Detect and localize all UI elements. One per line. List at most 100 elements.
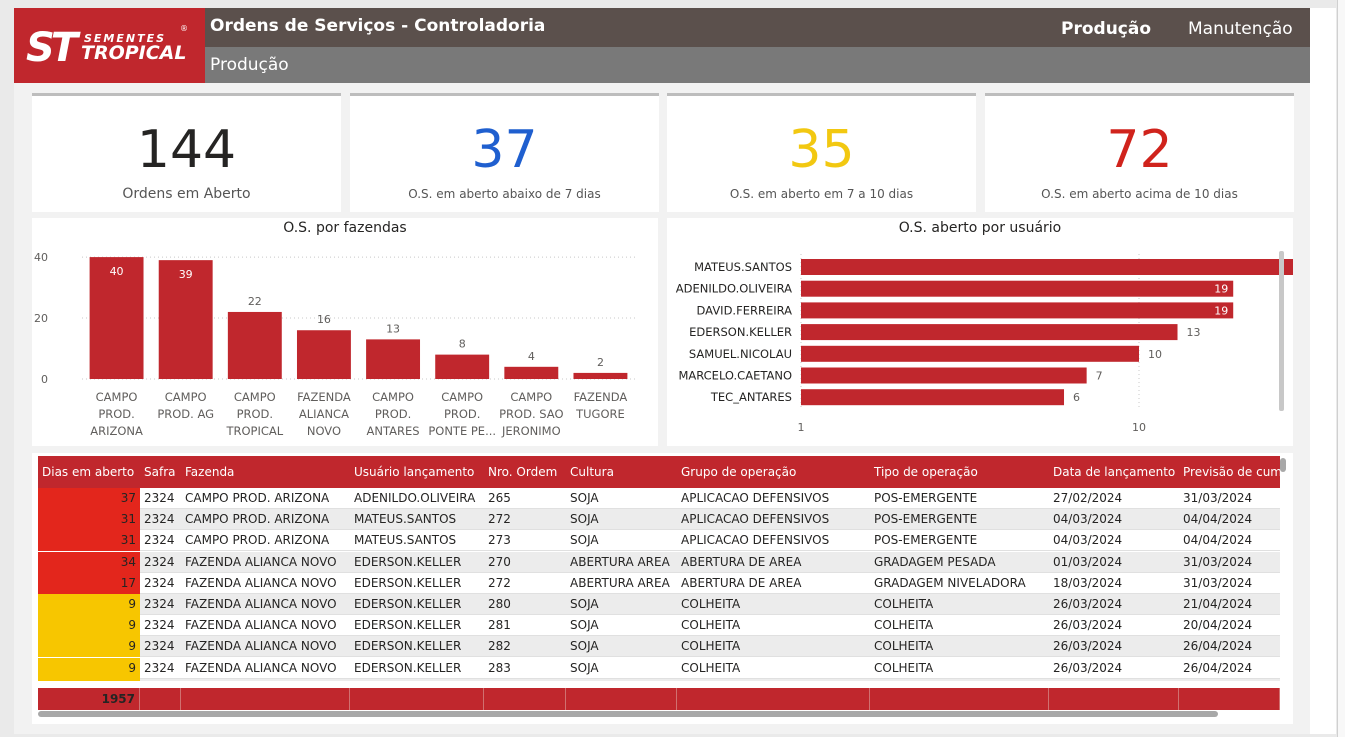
table-cell-grupo: COLHEITA: [677, 679, 870, 681]
column-header[interactable]: Data de lançamento: [1049, 456, 1179, 488]
table-row[interactable]: 34 2324 FAZENDA ALIANCA NOVO EDERSON.KELLER…: [38, 551, 1280, 573]
table-cell-fazenda: CAMPO PROD. ARIZONA: [185, 491, 330, 505]
report-header: ST SEMENTES TROPICAL ® Ordens de Serviço…: [14, 8, 1310, 83]
table-cell-data: 18/03/2024: [1053, 575, 1123, 590]
table-cell-fazenda: FAZENDA ALIANCA NOVO: [185, 554, 337, 569]
bar: [801, 345, 1139, 362]
table-cell-fazenda: FAZENDA ALIANCA NOVO: [185, 660, 337, 675]
table-cell-data: 26/03/2024: [1053, 618, 1123, 633]
table-row[interactable]: 31 2324 CAMPO PROD. ARIZONA MATEUS.SANTOS 27…: [38, 509, 1280, 531]
table-cell-usuario: EDERSON.KELLER: [354, 597, 462, 611]
data-label: 40: [110, 265, 124, 278]
kpi-value: 37: [471, 120, 538, 180]
table-cell-data: 26/03/2024: [1053, 639, 1123, 654]
bar: [366, 339, 421, 379]
kpi-card-7-to-10: 35 O.S. em aberto em 7 a 10 dias: [667, 93, 976, 212]
table-cell-ordem: 280: [488, 597, 511, 611]
total-value: 1957: [38, 688, 140, 710]
table-row[interactable]: 31 2324 CAMPO PROD. ARIZONA MATEUS.SANTOS 27…: [38, 530, 1280, 552]
table-row[interactable]: 92324FAZENDA ALIANCA NOVOEDERSON.KELLER2…: [38, 657, 1280, 679]
category-label: MARCELO.CAETANO: [678, 369, 792, 383]
x-tick-label: PROD. SAO: [499, 407, 563, 421]
table-cell-cultura: SOJA: [570, 618, 599, 633]
table-cell-ordem: 265: [488, 491, 511, 505]
table-cell-cultura: SOJA: [566, 679, 677, 681]
column-header[interactable]: Safra: [140, 456, 181, 488]
data-label: 8: [459, 338, 466, 351]
column-header[interactable]: Cultura: [566, 456, 677, 488]
chart-scrollbar[interactable]: [1279, 251, 1284, 411]
table-cell-tipo: COLHEITA: [870, 679, 1049, 681]
total-cell: [350, 688, 484, 710]
bar: [296, 330, 351, 379]
kpi-card-total: 144 Ordens em Aberto: [32, 93, 341, 212]
table-cell-grupo: COLHEITA: [681, 660, 741, 675]
orders-table: Dias em aberto Safra Fazenda Usuário lançam…: [32, 453, 1293, 724]
table-cell-previsao: 31/03/2024: [1183, 554, 1253, 569]
nav-manutencao-button[interactable]: Manutenção: [1188, 19, 1293, 39]
data-label: 39: [179, 268, 193, 281]
data-label: 6: [1073, 391, 1080, 404]
total-cell: [1179, 688, 1280, 710]
bar-chart-usuarios: 110MATEUS.SANTOS62ADENILDO.OLIVEIRA19DAV…: [676, 254, 1293, 434]
data-label: 22: [248, 295, 262, 308]
column-header[interactable]: Nro. Ordem: [484, 456, 566, 488]
column-header[interactable]: Grupo de operação: [677, 456, 870, 488]
table-cell-data: 04/03/2024: [1053, 533, 1123, 548]
table-cell-cultura: SOJA: [570, 533, 599, 548]
table-cell-safra: 2324: [144, 597, 175, 611]
horizontal-scrollbar[interactable]: [38, 711, 1218, 717]
data-label: 19: [1214, 304, 1228, 317]
bar: [435, 354, 490, 379]
table-cell-usuario: EDERSON.KELLER: [354, 660, 462, 675]
category-label: DAVID.FERREIRA: [697, 303, 793, 317]
table-cell-grupo: ABERTURA DE AREA: [681, 575, 802, 590]
table-cell-dias: 37: [38, 488, 140, 509]
table-cell-ordem: 283: [488, 660, 511, 675]
table-row[interactable]: 92324FAZENDA ALIANCA NOVOEDERSON.KELLER2…: [38, 678, 1280, 681]
column-header[interactable]: Previsão de cum: [1179, 456, 1280, 488]
column-header[interactable]: Dias em aberto: [38, 456, 140, 488]
table-cell-previsao: 26/04/2024: [1183, 660, 1253, 675]
table-cell-tipo: COLHEITA: [874, 618, 934, 633]
table-cell-dias: 17: [38, 572, 140, 594]
x-tick-label: PROD.: [375, 407, 412, 421]
chart-os-por-fazendas: O.S. por fazendas 0 20 40 40 CAMPO PROD. ARIZO…: [32, 218, 658, 446]
side-pane: [1338, 0, 1345, 737]
table-row[interactable]: 92324FAZENDA ALIANCA NOVOEDERSON.KELLER2…: [38, 594, 1280, 615]
table-cell-tipo: POS-EMERGENTE: [874, 533, 978, 548]
total-cell: [677, 688, 870, 710]
bar: [801, 302, 1234, 319]
table-cell-grupo: APLICACAO DEFENSIVOS: [681, 491, 830, 505]
table-row[interactable]: 92324FAZENDA ALIANCA NOVOEDERSON.KELLER2…: [38, 615, 1280, 637]
total-cell: [140, 688, 181, 710]
kpi-label: Ordens em Aberto: [122, 186, 251, 202]
table-cell-dias: 31: [38, 530, 140, 552]
x-tick-label: ARIZONA: [90, 424, 143, 438]
column-header[interactable]: Tipo de operação: [870, 456, 1049, 488]
column-header[interactable]: Usuário lançamento: [350, 456, 484, 488]
x-tick-label: PROD.: [98, 407, 135, 421]
table-cell-tipo: COLHEITA: [874, 660, 934, 675]
nav-producao-button[interactable]: Produção: [1061, 19, 1151, 39]
table-row[interactable]: 17 2324 FAZENDA ALIANCA NOVO EDERSON.KELLER…: [38, 572, 1280, 594]
table-cell-usuario: EDERSON.KELLER: [354, 618, 462, 633]
table-row[interactable]: 92324FAZENDA ALIANCA NOVOEDERSON.KELLER2…: [38, 636, 1280, 658]
x-tick-label: CAMPO: [510, 390, 552, 404]
table-cell-cultura: SOJA: [570, 491, 599, 505]
table-cell-grupo: COLHEITA: [681, 597, 741, 611]
data-label: 13: [1187, 326, 1201, 339]
table-cell-fazenda: FAZENDA ALIANCA NOVO: [181, 679, 350, 681]
table-cell-cultura: ABERTURA AREA: [570, 575, 670, 590]
table-row[interactable]: 37 2324 CAMPO PROD. ARIZONA ADENILDO.OLIVEI…: [38, 488, 1280, 509]
table-cell-data: 04/03/2024: [1053, 512, 1123, 527]
table-cell-data: 01/03/2024: [1053, 554, 1123, 569]
vertical-scrollbar[interactable]: [1280, 458, 1286, 472]
table-cell-dias: 9: [38, 678, 140, 681]
table-header-row: Dias em aberto Safra Fazenda Usuário lançam…: [38, 456, 1280, 488]
table-cell-safra: 2324: [144, 639, 175, 654]
table-cell-ordem: 272: [488, 512, 511, 527]
table-cell-fazenda: FAZENDA ALIANCA NOVO: [185, 618, 337, 633]
column-header[interactable]: Fazenda: [181, 456, 350, 488]
x-tick-label: JERONIMO: [501, 424, 561, 438]
